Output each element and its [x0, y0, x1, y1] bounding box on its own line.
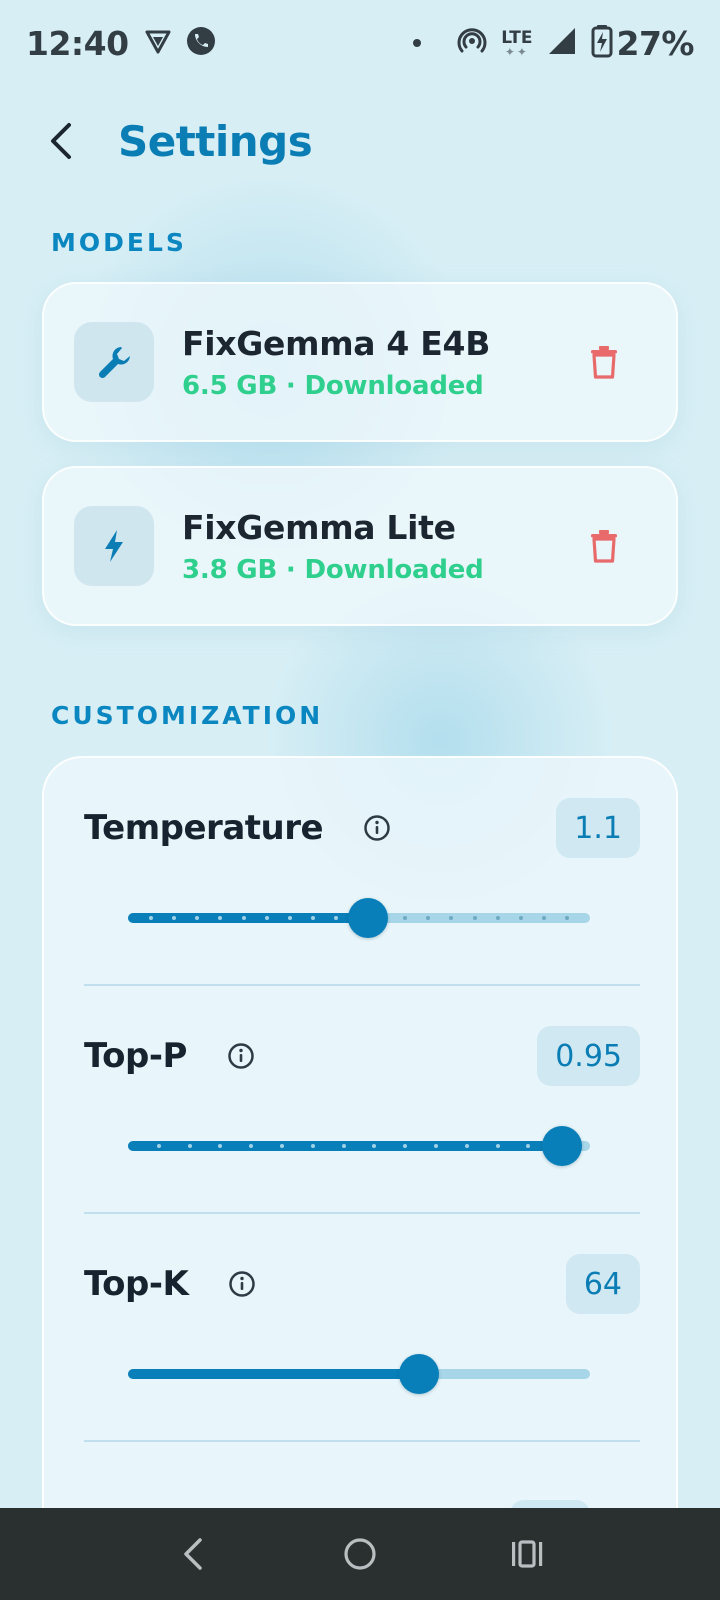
- param-value: 0.95: [537, 1026, 640, 1086]
- slider-tick: [310, 916, 315, 920]
- page-title: Settings: [118, 116, 313, 166]
- slider-fill: [128, 1369, 420, 1379]
- info-icon[interactable]: [227, 1042, 255, 1070]
- notification-dot-icon: [413, 39, 422, 47]
- nav-home-button[interactable]: [330, 1524, 390, 1584]
- customization-card: Temperature 1.1 Top-P 0.95 Top-K 64: [42, 756, 678, 1600]
- lte-icon: LTE ✦✦: [501, 27, 533, 59]
- slider-thumb[interactable]: [399, 1354, 440, 1394]
- model-meta: 3.8 GB · Downloaded: [182, 554, 484, 585]
- slider-tick: [341, 1144, 346, 1148]
- lightning-icon: [105, 530, 123, 562]
- slider-tick: [280, 1144, 284, 1148]
- param-value: 1.1: [556, 798, 640, 858]
- slider-tick: [287, 916, 292, 920]
- model-icon-box: [74, 506, 154, 586]
- model-name: FixGemma Lite: [182, 507, 456, 547]
- info-icon[interactable]: [363, 814, 391, 842]
- slider-tick: [495, 1144, 500, 1148]
- param-temperature: Temperature 1.1: [84, 758, 640, 986]
- home-nav-icon: [344, 1538, 376, 1570]
- slider-tick: [264, 916, 269, 920]
- slider-tick: [333, 916, 338, 920]
- slider-tick: [187, 1144, 192, 1148]
- slider-thumb[interactable]: [542, 1126, 583, 1166]
- slider-tick: [434, 1144, 438, 1148]
- back-nav-icon: [184, 1538, 203, 1570]
- slider-tick: [472, 916, 477, 920]
- param-value: 64: [565, 1254, 640, 1314]
- status-bar: 12:40 LTE ✦✦ 27%: [0, 0, 720, 86]
- top-k-slider[interactable]: [128, 1354, 590, 1394]
- slider-tick: [564, 916, 569, 920]
- trash-icon: [591, 530, 617, 563]
- model-card[interactable]: FixGemma Lite 3.8 GB · Downloaded: [42, 466, 678, 626]
- info-icon[interactable]: [228, 1270, 256, 1298]
- wrench-icon: [98, 347, 130, 379]
- battery-charging-icon: [591, 24, 613, 62]
- model-meta: 6.5 GB · Downloaded: [182, 370, 484, 401]
- vpn-shield-icon: [143, 26, 173, 60]
- slider-tick: [156, 1144, 161, 1148]
- divider: [84, 1440, 640, 1442]
- hotspot-icon: [457, 26, 487, 60]
- nav-back-button[interactable]: [163, 1524, 223, 1584]
- model-icon-box: [74, 322, 154, 402]
- top-p-slider[interactable]: [128, 1126, 590, 1166]
- battery-percent: 27%: [616, 23, 695, 63]
- temperature-slider[interactable]: [128, 898, 590, 938]
- slider-thumb[interactable]: [348, 898, 389, 938]
- slider-tick: [495, 916, 500, 920]
- status-time: 12:40: [26, 23, 129, 63]
- slider-tick: [518, 916, 523, 920]
- lte-label: LTE: [501, 27, 533, 48]
- param-top-k: Top-K 64: [84, 1214, 640, 1442]
- slider-tick: [241, 916, 246, 920]
- signal-icon: [547, 26, 577, 60]
- section-label-models: MODELS: [51, 228, 187, 257]
- param-label: Temperature: [84, 808, 324, 848]
- slider-tick: [310, 1144, 315, 1148]
- whatsapp-icon: [185, 25, 217, 61]
- chevron-left-icon: [51, 123, 71, 159]
- param-top-p: Top-P 0.95: [84, 986, 640, 1214]
- header: Settings: [44, 108, 313, 174]
- param-label: Top-K: [84, 1264, 189, 1304]
- trash-icon: [591, 346, 617, 379]
- delete-model-button[interactable]: [584, 524, 624, 568]
- nav-recents-button[interactable]: [497, 1524, 557, 1584]
- model-name: FixGemma 4 E4B: [182, 323, 491, 363]
- slider-fill: [128, 913, 369, 923]
- back-button[interactable]: [44, 121, 80, 161]
- delete-model-button[interactable]: [584, 340, 624, 384]
- slider-tick: [464, 1144, 469, 1148]
- slider-tick: [541, 916, 546, 920]
- section-label-customization: CUSTOMIZATION: [51, 701, 324, 730]
- param-label: Top-P: [84, 1036, 187, 1076]
- model-card[interactable]: FixGemma 4 E4B 6.5 GB · Downloaded: [42, 282, 678, 442]
- recents-nav-icon: [511, 1540, 542, 1568]
- system-nav-bar: [0, 1508, 720, 1600]
